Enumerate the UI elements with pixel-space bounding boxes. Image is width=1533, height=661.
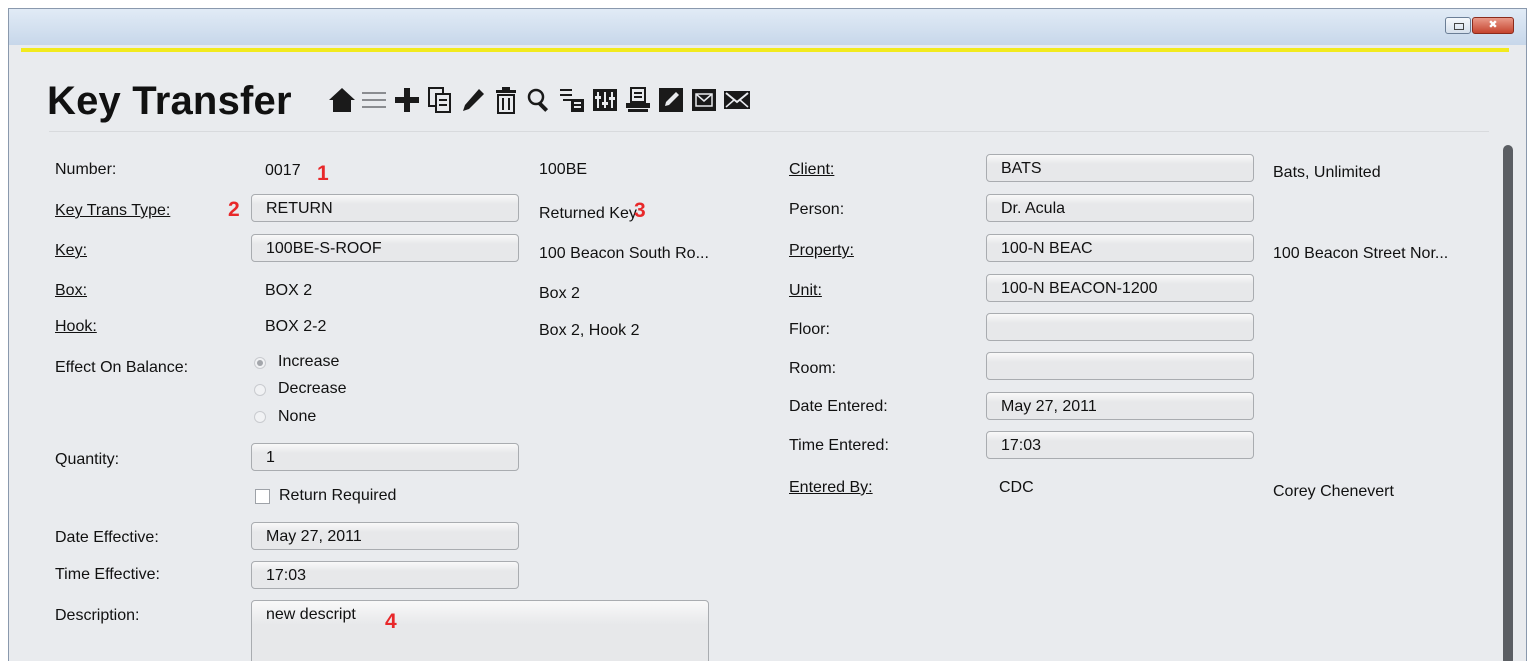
entered-by-link[interactable]: Entered By: (789, 479, 873, 497)
return-required-label: Return Required (279, 487, 397, 504)
return-required-checkbox[interactable] (255, 489, 270, 504)
edit-icon[interactable] (458, 85, 488, 115)
key-trans-type-desc: Returned Key (539, 205, 637, 222)
copy-icon[interactable] (425, 85, 455, 115)
hook-link[interactable]: Hook: (55, 318, 97, 336)
effect-decrease-radio[interactable] (254, 384, 266, 396)
quantity-field[interactable]: 1 (251, 443, 519, 471)
number-value: 0017 (265, 162, 301, 179)
key-link[interactable]: Key: (55, 242, 87, 260)
time-effective-field[interactable]: 17:03 (251, 561, 519, 589)
effect-none-label: None (278, 408, 317, 425)
property-field[interactable]: 100-N BEAC (986, 234, 1254, 262)
date-effective-field[interactable]: May 27, 2011 (251, 522, 519, 550)
number-label: Number: (55, 161, 117, 178)
effect-decrease-label: Decrease (278, 380, 347, 397)
effect-increase-radio[interactable] (254, 357, 266, 369)
close-button[interactable] (1472, 17, 1514, 34)
entered-by-desc: Corey Chenevert (1273, 483, 1394, 500)
quantity-label: Quantity: (55, 451, 120, 468)
hook-value: BOX 2-2 (265, 318, 327, 335)
box-link[interactable]: Box: (55, 282, 87, 300)
key-desc: 100 Beacon South Ro... (539, 245, 709, 262)
envelope-icon[interactable] (722, 85, 752, 115)
title-bar (9, 9, 1526, 45)
add-icon[interactable] (392, 85, 422, 115)
date-entered-label: Date Entered: (789, 398, 888, 415)
effect-none-radio[interactable] (254, 411, 266, 423)
unit-field[interactable]: 100-N BEACON-1200 (986, 274, 1254, 302)
annotation-marker: 3 (634, 199, 646, 222)
number-code: 100BE (539, 161, 588, 178)
home-icon[interactable] (327, 85, 357, 115)
date-effective-label: Date Effective: (55, 529, 159, 546)
client-link[interactable]: Client: (789, 161, 834, 179)
vertical-scrollbar[interactable] (1503, 145, 1513, 661)
box-desc: Box 2 (539, 285, 580, 302)
tree-icon[interactable] (557, 85, 587, 115)
key-trans-type-link[interactable]: Key Trans Type: (55, 202, 170, 220)
room-label: Room: (789, 360, 837, 377)
person-label: Person: (789, 201, 845, 218)
property-link[interactable]: Property: (789, 242, 854, 260)
effect-on-balance-label: Effect On Balance: (55, 359, 189, 376)
accent-bar (21, 48, 1509, 52)
property-desc: 100 Beacon Street Nor... (1273, 245, 1449, 262)
notepad-icon[interactable] (656, 85, 686, 115)
app-window: Key Transfer Number: 0017 1 100BE (8, 8, 1527, 661)
time-entered-field[interactable]: 17:03 (986, 431, 1254, 459)
page-title: Key Transfer (47, 79, 292, 123)
floor-label: Floor: (789, 321, 830, 338)
annotation-marker: 4 (385, 610, 397, 633)
unit-link[interactable]: Unit: (789, 282, 822, 300)
header-divider (49, 131, 1489, 132)
client-desc: Bats, Unlimited (1273, 164, 1381, 181)
description-textarea[interactable]: new descript (251, 600, 709, 661)
print-icon[interactable] (623, 85, 653, 115)
annotation-marker: 1 (317, 162, 329, 185)
key-field[interactable]: 100BE-S-ROOF (251, 234, 519, 262)
columns-icon[interactable] (590, 85, 620, 115)
annotation-marker: 2 (228, 198, 240, 221)
email-box-icon[interactable] (689, 85, 719, 115)
description-text: new descript (266, 606, 356, 623)
time-effective-label: Time Effective: (55, 566, 160, 583)
time-entered-label: Time Entered: (789, 437, 889, 454)
delete-icon[interactable] (491, 85, 521, 115)
restore-button[interactable] (1445, 17, 1471, 34)
hook-desc: Box 2, Hook 2 (539, 322, 640, 339)
search-icon[interactable] (524, 85, 554, 115)
room-field[interactable] (986, 352, 1254, 380)
effect-increase-label: Increase (278, 353, 340, 370)
floor-field[interactable] (986, 313, 1254, 341)
list-icon[interactable] (359, 85, 389, 115)
person-field[interactable]: Dr. Acula (986, 194, 1254, 222)
client-field[interactable]: BATS (986, 154, 1254, 182)
description-label: Description: (55, 607, 140, 624)
date-entered-field[interactable]: May 27, 2011 (986, 392, 1254, 420)
box-value: BOX 2 (265, 282, 313, 299)
key-trans-type-field[interactable]: RETURN (251, 194, 519, 222)
entered-by-value: CDC (999, 479, 1034, 496)
